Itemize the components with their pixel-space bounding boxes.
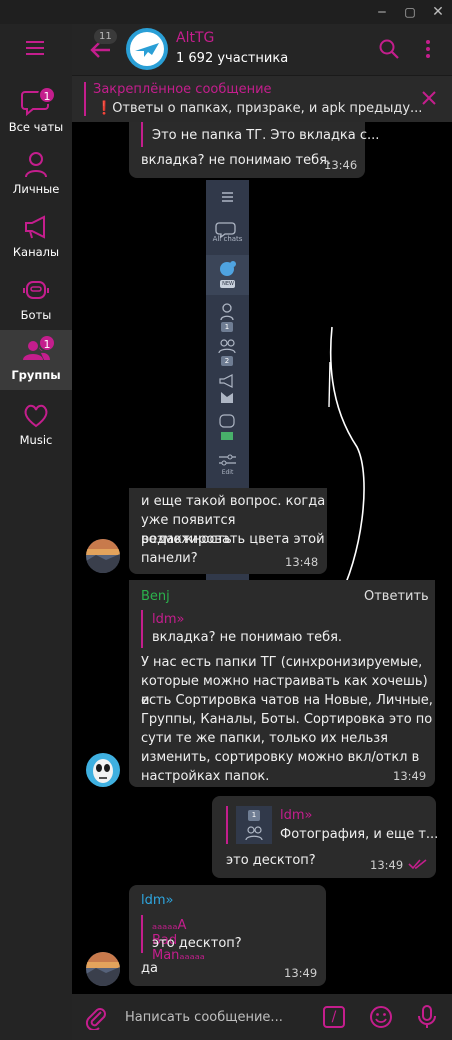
search-icon[interactable]: [376, 36, 402, 62]
message-line: редактировать цвета этой: [141, 532, 325, 547]
bot-commands-button[interactable]: /: [323, 1006, 345, 1028]
folder-label: Каналы: [12, 245, 60, 259]
folders-sidebar: 1 Все чаты Личные Каналы Боты 1 Группы M…: [0, 24, 72, 1040]
folder-label: Личные: [12, 182, 60, 196]
emoji-icon[interactable]: [368, 1004, 394, 1030]
chat-avatar[interactable]: [126, 28, 168, 70]
pinned-text: ❗Ответы о папках, призраке, и apk предыд…: [96, 101, 422, 116]
reply-quote[interactable]: 1 ldm» Фотография, и еще т...: [226, 806, 438, 844]
message-bubble[interactable]: и еще такой вопрос. когда уже появится в…: [129, 488, 327, 574]
reply-quote[interactable]: ₐₐₐₐₐA Bad Manₐₐₐₐₐ это десктоп?: [141, 915, 242, 963]
user-avatar[interactable]: [86, 753, 120, 787]
folder-bots[interactable]: Боты: [0, 270, 72, 330]
double-check-icon: [408, 859, 427, 870]
quote-text: это десктоп?: [152, 936, 242, 951]
quote-text: Это не папка ТГ. Это вкладка с...: [152, 128, 380, 143]
folder-label: Группы: [11, 368, 61, 382]
exclamation-emoji: ❗: [96, 101, 113, 116]
message-line: Группы, Каналы, Боты. Сортировка это по: [141, 712, 433, 727]
folder-all-chats[interactable]: 1 Все чаты: [0, 82, 72, 142]
landscape-avatar-image: [86, 539, 120, 573]
unread-badge: 1: [38, 334, 56, 352]
reply-quote[interactable]: Это не папка ТГ. Это вкладка с...: [141, 122, 379, 147]
message-text: вкладка? не понимаю тебя.: [141, 153, 332, 168]
user-avatar[interactable]: [86, 952, 120, 986]
minimize-button[interactable]: ‒: [372, 2, 392, 22]
sender-name[interactable]: ldm»: [141, 893, 173, 908]
more-vertical-icon[interactable]: [415, 36, 441, 62]
message-line: сути те же папки, только их нельзя: [141, 731, 388, 746]
paperclip-icon[interactable]: [83, 1004, 109, 1030]
folder-channels[interactable]: Каналы: [0, 207, 72, 267]
chat-header: 11 AltTG 1 692 участника: [72, 24, 452, 76]
unread-counter: 11: [94, 29, 117, 44]
heart-icon: [24, 404, 48, 428]
reply-button[interactable]: Ответить: [364, 589, 429, 604]
close-window-button[interactable]: ✕: [428, 2, 448, 22]
chat-title[interactable]: AltTG: [176, 30, 214, 46]
message-bubble[interactable]: Benj Ответить ldm» вкладка? не понимаю т…: [129, 580, 435, 787]
message-text: да: [141, 961, 158, 976]
robot-face-avatar-image: [86, 753, 120, 787]
window-titlebar: ‒ ▢ ✕: [0, 0, 452, 24]
message-text: это десктоп?: [226, 853, 316, 868]
all-chats-caption: All chats: [212, 235, 243, 243]
message-time: 13:49: [370, 858, 404, 872]
maximize-button[interactable]: ▢: [400, 2, 420, 22]
folder-music[interactable]: Music: [0, 395, 72, 455]
message-line: настройках папок.: [141, 769, 270, 784]
folder-label: Music: [19, 433, 53, 447]
message-composer: Написать сообщение... /: [72, 994, 452, 1040]
new-badge: NEW: [222, 281, 234, 287]
bot-icon: [23, 281, 49, 299]
reply-quote[interactable]: ldm» вкладка? не понимаю тебя.: [141, 610, 342, 648]
quote-text: Фотография, и еще т...: [280, 827, 439, 842]
pinned-message-bar[interactable]: Закреплённое сообщение ❗Ответы о папках,…: [72, 76, 452, 122]
quote-author: ldm»: [152, 612, 185, 627]
message-bubble[interactable]: Это не папка ТГ. Это вкладка с... вкладк…: [129, 122, 379, 178]
message-line: и еще такой вопрос. когда: [141, 494, 326, 509]
message-line: есть Сортировка чатов на Новые, Личные,: [141, 693, 433, 708]
private-count: 1: [224, 323, 230, 331]
sender-name[interactable]: Benj: [141, 589, 170, 604]
quote-text: вкладка? не понимаю тебя.: [152, 630, 343, 645]
pinned-preview: Ответы о папках, призраке, и apk предыду…: [112, 101, 423, 116]
pinned-accent-bar: [84, 82, 86, 116]
menu-button[interactable]: [18, 36, 54, 60]
pinned-title: Закреплённое сообщение: [93, 82, 272, 97]
user-avatar[interactable]: [86, 539, 120, 573]
message-input[interactable]: Написать сообщение...: [125, 1010, 283, 1025]
folder-label: Все чаты: [8, 120, 64, 134]
quote-thumbnail: 1: [236, 806, 272, 844]
message-line: изменить, сортировку можно вкл/откл в: [141, 750, 420, 765]
message-time: 13:46: [324, 158, 358, 172]
message-line: панели?: [141, 551, 198, 566]
edit-caption: Edit: [221, 469, 234, 476]
member-count: 1 692 участника: [176, 51, 289, 66]
outgoing-message-bubble[interactable]: 1 ldm» Фотография, и еще т... это дескто…: [212, 796, 438, 878]
message-bubble[interactable]: ldm» ₐₐₐₐₐA Bad Manₐₐₐₐₐ это десктоп? да…: [129, 885, 326, 986]
message-time: 13:49: [393, 769, 427, 783]
groups-count: 2: [224, 357, 230, 365]
plane-icon: [130, 32, 164, 66]
close-icon[interactable]: [420, 89, 438, 107]
message-line: У нас есть папки ТГ (синхронизируемые,: [141, 655, 423, 670]
folder-label: Боты: [20, 308, 52, 322]
person-icon: [25, 152, 47, 178]
message-time: 13:48: [285, 555, 319, 569]
folder-personal[interactable]: Личные: [0, 144, 72, 204]
folder-groups[interactable]: 1 Группы: [0, 330, 72, 390]
telegram-window: ‒ ▢ ✕ 1 Все чаты Личные Каналы Боты 1 Гр…: [0, 0, 452, 1040]
message-list[interactable]: Это не папка ТГ. Это вкладка с... вкладк…: [72, 122, 452, 994]
quote-author: ldm»: [280, 808, 313, 823]
thumbnail-count: 1: [251, 811, 257, 819]
microphone-icon[interactable]: [414, 1004, 440, 1030]
landscape-avatar-image: [86, 952, 120, 986]
message-time: 13:49: [284, 966, 318, 980]
megaphone-icon: [25, 215, 45, 239]
unread-badge: 1: [38, 86, 56, 104]
